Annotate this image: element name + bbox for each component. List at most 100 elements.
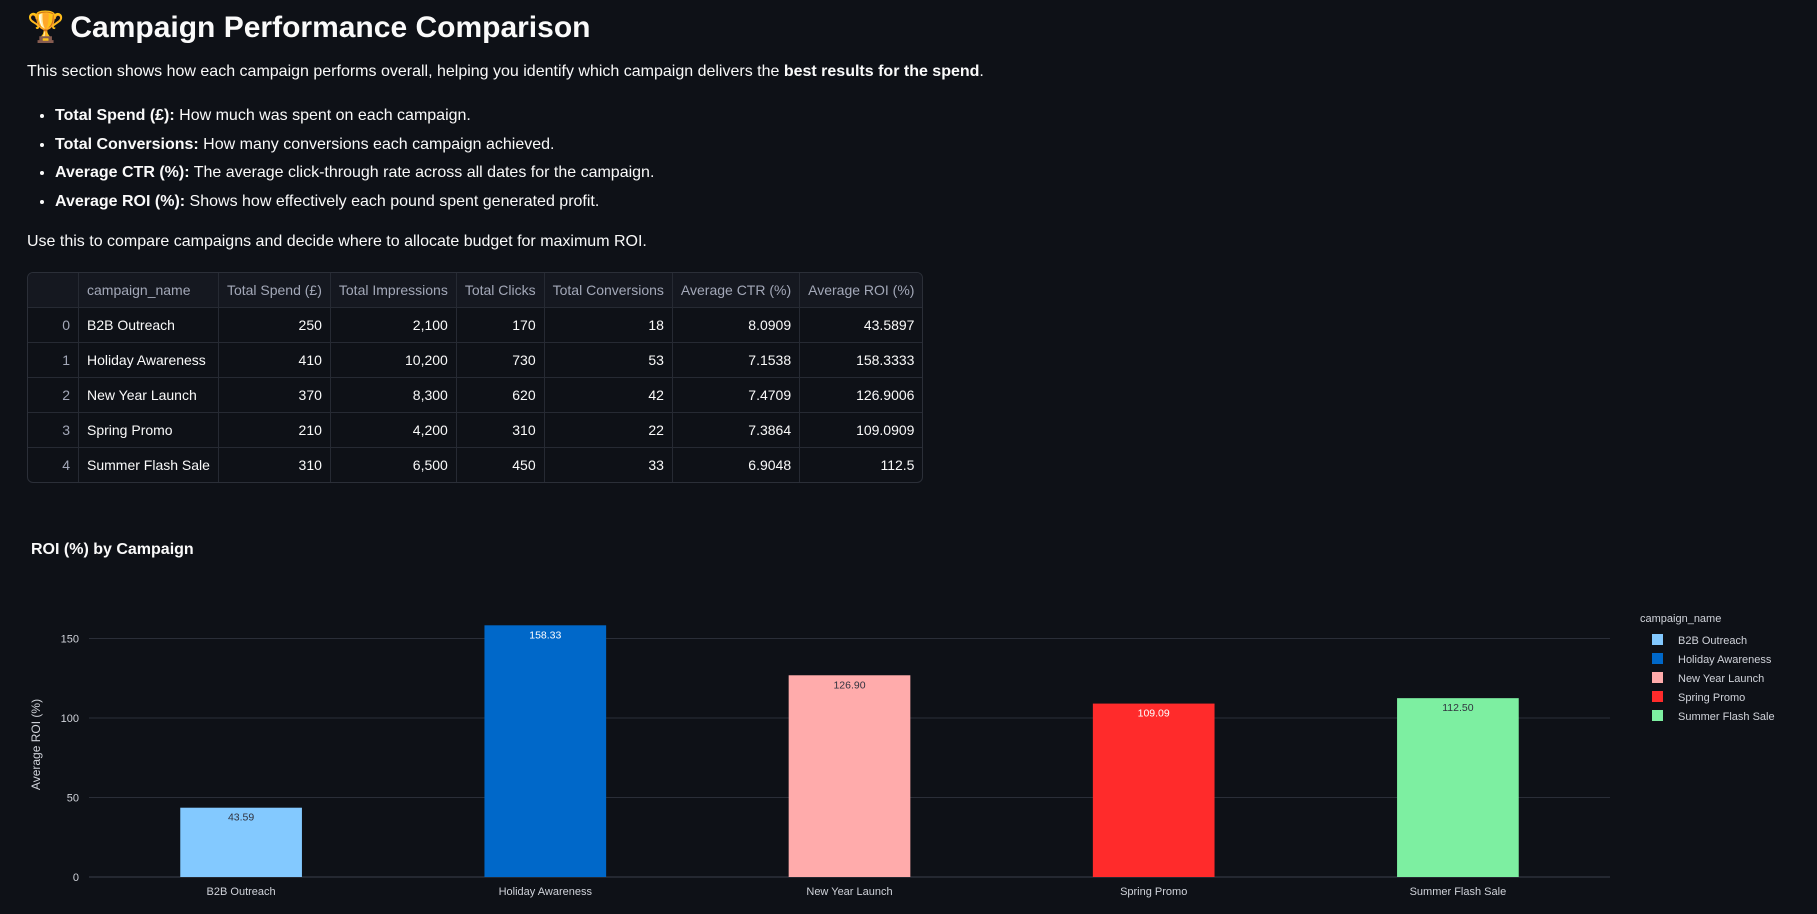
intro-suffix: .: [979, 63, 984, 80]
bullet-term: Total Spend (£):: [55, 107, 175, 124]
table-row[interactable]: 3 Spring Promo 210 4,200 310 22 7.3864 1…: [28, 412, 923, 448]
cell-total-impressions[interactable]: 6,500: [330, 447, 457, 482]
column-header-index[interactable]: [28, 273, 79, 308]
cell-average-ctr[interactable]: 8.0909: [672, 307, 801, 343]
cell-total-spend[interactable]: 210: [218, 412, 331, 448]
legend-item-label[interactable]: B2B Outreach: [1678, 635, 1747, 647]
list-item: Total Conversions: How many conversions …: [55, 131, 654, 160]
bar-value-label: 126.90: [833, 679, 865, 691]
cell-total-impressions[interactable]: 4,200: [330, 412, 457, 448]
table-header-row: campaign_name Total Spend (£) Total Impr…: [28, 273, 923, 308]
cell-average-roi[interactable]: 109.0909: [799, 412, 923, 448]
trophy-icon: 🏆: [27, 11, 65, 44]
legend-item-label[interactable]: Holiday Awareness: [1678, 654, 1772, 666]
cell-total-conversions[interactable]: 18: [544, 307, 673, 343]
cell-total-clicks[interactable]: 450: [456, 447, 545, 482]
bar-value-label: 158.33: [529, 629, 561, 641]
column-header-total-spend[interactable]: Total Spend (£): [218, 273, 331, 308]
y-tick-label: 50: [67, 793, 79, 805]
column-header-total-conversions[interactable]: Total Conversions: [544, 273, 673, 308]
cell-average-roi[interactable]: 112.5: [800, 448, 923, 483]
intro-bold-text: best results for the spend: [783, 63, 980, 80]
cell-total-spend[interactable]: 310: [218, 447, 331, 482]
list-item: Average ROI (%): Shows how effectively e…: [55, 188, 654, 217]
intro-text: This section shows how each campaign per…: [27, 63, 784, 80]
legend-swatch[interactable]: [1652, 653, 1663, 664]
cell-total-conversions[interactable]: 42: [544, 377, 673, 413]
y-tick-label: 150: [61, 634, 79, 646]
cell-campaign-name[interactable]: Summer Flash Sale: [78, 447, 219, 482]
legend-swatch[interactable]: [1652, 672, 1663, 683]
page-title: 🏆 Campaign Performance Comparison: [27, 8, 590, 48]
cell-average-ctr[interactable]: 7.3864: [672, 412, 801, 448]
legend-item-label[interactable]: Summer Flash Sale: [1678, 711, 1775, 723]
bar-value-label: 112.50: [1442, 702, 1473, 714]
column-header-campaign-name[interactable]: campaign_name: [78, 273, 219, 308]
row-index: 1: [28, 342, 79, 378]
cell-total-conversions[interactable]: 22: [544, 412, 673, 448]
cell-total-clicks[interactable]: 170: [456, 307, 545, 343]
cell-total-impressions[interactable]: 2,100: [330, 307, 457, 343]
column-header-total-impressions[interactable]: Total Impressions: [330, 273, 457, 308]
cell-total-conversions[interactable]: 33: [544, 447, 673, 482]
bar[interactable]: [484, 625, 607, 877]
x-tick-label: Holiday Awareness: [499, 886, 593, 898]
cell-total-impressions[interactable]: 10,200: [330, 342, 457, 378]
bar-value-label: 43.59: [228, 812, 254, 824]
legend-item-label[interactable]: Spring Promo: [1678, 692, 1745, 704]
bar[interactable]: [788, 675, 911, 877]
legend-swatch[interactable]: [1652, 691, 1663, 702]
x-tick-label: Spring Promo: [1120, 886, 1187, 898]
bullet-desc: Shows how effectively each pound spent g…: [185, 192, 600, 210]
table-row[interactable]: 0 B2B Outreach 250 2,100 170 18 8.0909 4…: [28, 307, 923, 343]
cell-average-ctr[interactable]: 6.9048: [672, 447, 801, 482]
bullet-desc: How much was spent on each campaign.: [174, 107, 471, 124]
chart-svg[interactable]: 0 50 100 150 Average ROI (%) 43.59 B2B Outreac…: [27, 590, 1787, 914]
cell-average-roi[interactable]: 126.9006: [799, 377, 923, 413]
column-header-average-roi[interactable]: Average ROI (%): [799, 273, 923, 308]
x-tick-label: New Year Launch: [806, 886, 892, 898]
cell-campaign-name[interactable]: Spring Promo: [78, 412, 219, 448]
cell-total-clicks[interactable]: 310: [456, 412, 545, 448]
cell-total-spend[interactable]: 250: [218, 307, 331, 343]
table-row[interactable]: 1 Holiday Awareness 410 10,200 730 53 7.…: [28, 342, 923, 378]
legend-item-label[interactable]: New Year Launch: [1678, 673, 1764, 685]
cell-campaign-name[interactable]: Holiday Awareness: [78, 342, 219, 378]
cell-total-spend[interactable]: 370: [218, 377, 331, 413]
bullet-term: Average ROI (%):: [55, 192, 186, 210]
bullet-desc: The average click-through rate across al…: [189, 164, 655, 181]
cell-average-ctr[interactable]: 7.1538: [672, 342, 801, 378]
cell-total-impressions[interactable]: 8,300: [330, 377, 457, 413]
column-header-average-ctr[interactable]: Average CTR (%): [672, 273, 801, 308]
cell-average-roi[interactable]: 158.3333: [799, 342, 923, 378]
list-item: Total Spend (£): How much was spent on e…: [55, 102, 654, 131]
bar[interactable]: [1092, 703, 1215, 877]
x-tick-label: B2B Outreach: [207, 886, 276, 898]
bar-value-label: 109.09: [1138, 708, 1170, 720]
cell-total-spend[interactable]: 410: [218, 342, 331, 378]
table-row[interactable]: 2 New Year Launch 370 8,300 620 42 7.470…: [28, 377, 923, 413]
cell-total-conversions[interactable]: 53: [544, 342, 673, 378]
campaign-table[interactable]: campaign_name Total Spend (£) Total Impr…: [27, 272, 924, 483]
cell-total-clicks[interactable]: 730: [456, 342, 545, 378]
cell-campaign-name[interactable]: B2B Outreach: [78, 307, 219, 343]
table-row[interactable]: 4 Summer Flash Sale 310 6,500 450 33 6.9…: [28, 447, 923, 483]
cell-campaign-name[interactable]: New Year Launch: [78, 377, 219, 413]
column-header-total-clicks[interactable]: Total Clicks: [456, 273, 545, 308]
bullet-desc: How many conversions each campaign achie…: [198, 135, 555, 153]
legend-swatch[interactable]: [1652, 634, 1663, 645]
bullet-term: Average CTR (%):: [55, 164, 190, 181]
list-item: Average CTR (%): The average click-throu…: [55, 159, 654, 188]
cell-average-roi[interactable]: 43.5897: [799, 307, 923, 343]
y-tick-label: 100: [61, 713, 79, 725]
cell-average-ctr[interactable]: 7.4709: [672, 377, 801, 413]
bar[interactable]: [1397, 698, 1519, 877]
cell-total-clicks[interactable]: 620: [456, 377, 545, 413]
usage-note: Use this to compare campaigns and decide…: [27, 233, 647, 250]
chart-title: ROI (%) by Campaign: [31, 541, 194, 558]
row-index: 0: [28, 307, 79, 343]
bullet-term: Total Conversions:: [55, 135, 199, 153]
row-index: 4: [28, 447, 79, 482]
legend-swatch[interactable]: [1652, 710, 1663, 721]
row-index: 3: [28, 412, 79, 448]
